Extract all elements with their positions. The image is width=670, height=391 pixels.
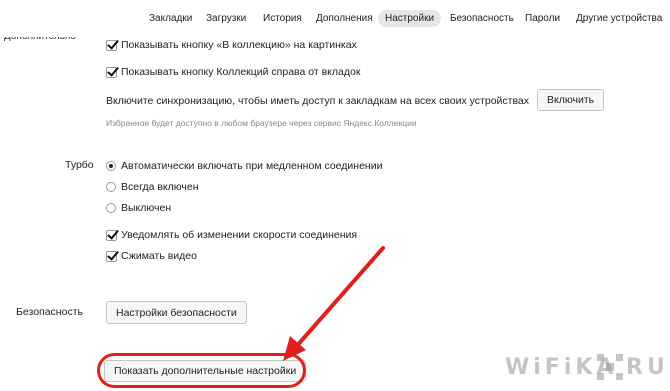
watermark-grid-icon xyxy=(597,354,623,380)
red-arrow-annotation xyxy=(283,246,385,361)
watermark-suffix: RU xyxy=(626,355,669,380)
